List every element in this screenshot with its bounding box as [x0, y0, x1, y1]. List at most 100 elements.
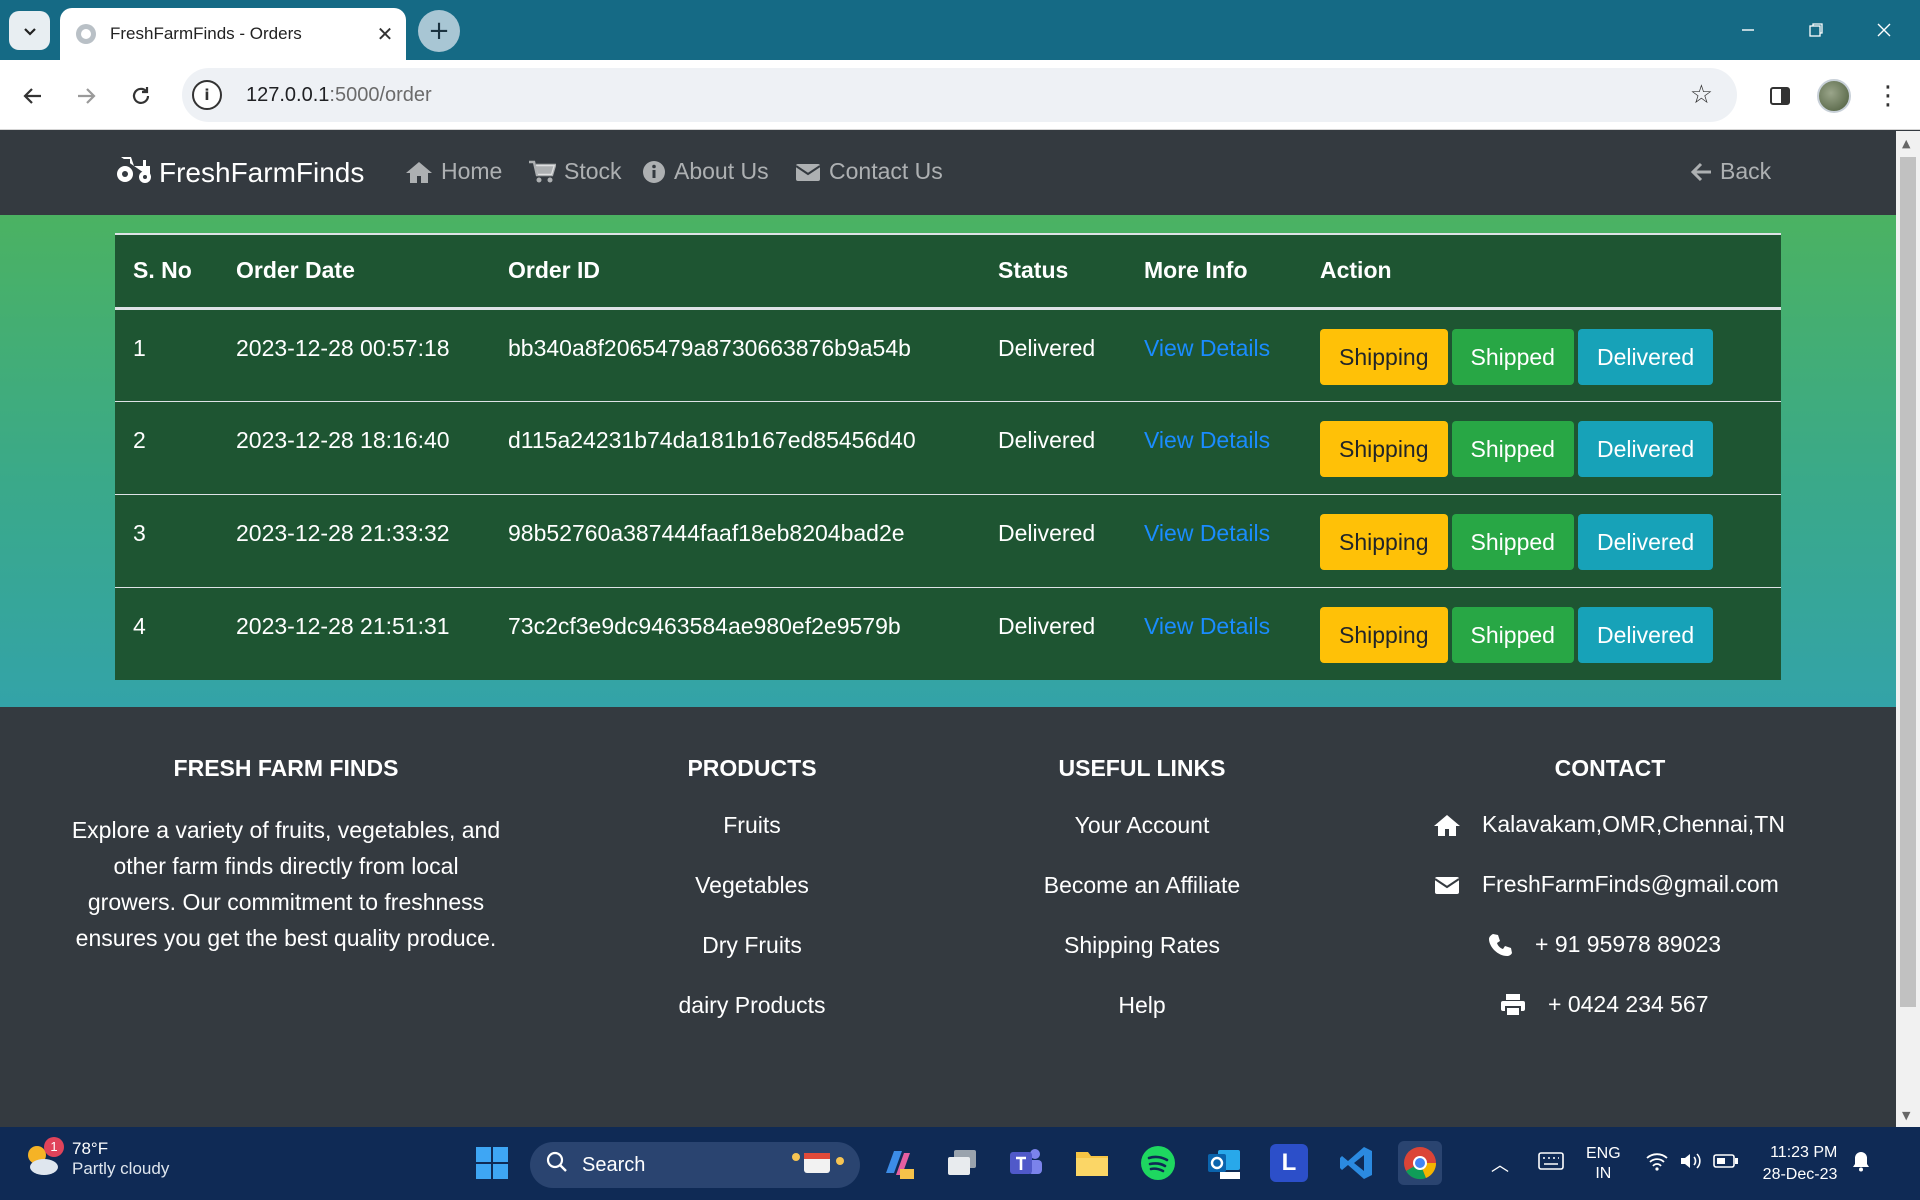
footer-link-shipping-rates[interactable]: Shipping Rates [992, 932, 1292, 963]
delivered-button[interactable]: Delivered [1577, 420, 1714, 477]
globe-icon [76, 24, 96, 44]
footer-link-vegetables[interactable]: Vegetables [602, 872, 902, 903]
lang-code: ENG [1586, 1144, 1621, 1162]
outlook-icon[interactable] [1202, 1141, 1246, 1185]
shipped-button[interactable]: Shipped [1451, 420, 1574, 477]
scroll-down-icon[interactable]: ▼ [1902, 1109, 1910, 1122]
shipping-button[interactable]: Shipping [1320, 420, 1448, 477]
spotify-icon[interactable] [1136, 1141, 1180, 1185]
footer-link-dry-fruits[interactable]: Dry Fruits [602, 932, 902, 963]
col-order-date: Order Date [218, 233, 490, 310]
forward-arrow-icon[interactable] [66, 76, 106, 116]
windows-start-icon[interactable] [470, 1141, 514, 1185]
reload-icon[interactable] [121, 76, 161, 116]
shipped-button[interactable]: Shipped [1451, 513, 1574, 570]
nav-home[interactable]: Home [405, 158, 502, 185]
footer-useful-links: USEFUL LINKS Your Account Become an Affi… [992, 707, 1292, 1023]
nav-back-label: Back [1720, 158, 1772, 184]
shipped-button[interactable]: Shipped [1451, 328, 1574, 385]
footer-link-account[interactable]: Your Account [992, 812, 1292, 843]
delivered-button[interactable]: Delivered [1577, 606, 1714, 663]
weather-widget[interactable]: 1 78°F Partly cloudy [24, 1137, 170, 1179]
notification-bell-icon[interactable] [1851, 1150, 1871, 1177]
minimize-icon[interactable] [1718, 10, 1778, 50]
nav-stock[interactable]: Stock [528, 158, 622, 185]
weather-desc: Partly cloudy [72, 1159, 170, 1178]
restore-icon[interactable] [1786, 10, 1846, 50]
url-text: 127.0.0.1:5000/order [246, 83, 432, 106]
clock[interactable]: 11:23 PM 28-Dec-23 [1763, 1142, 1838, 1186]
footer-link-fruits[interactable]: Fruits [602, 812, 902, 843]
footer-link-help[interactable]: Help [992, 992, 1292, 1023]
taskbar-search[interactable]: Search [530, 1142, 860, 1188]
back-arrow-icon[interactable] [13, 76, 53, 116]
brand-link[interactable]: FreshFarmFinds [115, 153, 364, 192]
side-panel-icon[interactable] [1760, 76, 1800, 116]
shipping-button[interactable]: Shipping [1320, 606, 1448, 663]
site-info-icon[interactable]: i [192, 80, 222, 110]
site-footer: FRESH FARM FINDS Explore a variety of fr… [0, 707, 1896, 1127]
teams-icon[interactable] [1004, 1141, 1048, 1185]
shipped-button[interactable]: Shipped [1451, 606, 1574, 663]
file-explorer-icon[interactable] [1070, 1141, 1114, 1185]
info-icon [642, 160, 666, 184]
nav-about[interactable]: About Us [642, 158, 769, 185]
nav-stock-label: Stock [564, 158, 622, 184]
nav-contact[interactable]: Contact Us [795, 158, 943, 185]
chevron-up-icon[interactable]: ︿ [1488, 1151, 1512, 1177]
new-tab-button[interactable]: + [418, 10, 460, 52]
footer-link-dairy[interactable]: dairy Products [602, 992, 902, 1023]
window-close-icon[interactable] [1854, 10, 1914, 50]
tab-title: FreshFarmFinds - Orders [110, 24, 302, 43]
copilot-icon[interactable] [874, 1141, 918, 1185]
view-details-link[interactable]: View Details [1144, 613, 1270, 639]
col-order-id: Order ID [490, 233, 980, 310]
contact-phone: + 91 95978 89023 [1485, 931, 1721, 958]
wifi-icon[interactable] [1645, 1151, 1669, 1176]
region-code: IN [1595, 1164, 1612, 1182]
page-scrollbar[interactable]: ▲ ▼ [1896, 131, 1920, 1127]
view-details-link[interactable]: View Details [1144, 520, 1270, 546]
cell-sno: 3 [115, 494, 218, 588]
shipping-button[interactable]: Shipping [1320, 328, 1448, 385]
weather-badge: 1 [44, 1137, 64, 1157]
cell-sno: 2 [115, 401, 218, 495]
scroll-up-icon[interactable]: ▲ [1902, 137, 1910, 150]
cell-status: Delivered [998, 612, 1096, 639]
browser-toolbar: i 127.0.0.1:5000/order ☆ ⋮ [0, 60, 1920, 130]
footer-products-title: PRODUCTS [687, 755, 817, 781]
cell-more-info: View Details [1126, 587, 1302, 680]
tab-close-icon[interactable]: ✕ [370, 22, 400, 46]
browser-tab-active[interactable]: FreshFarmFinds - Orders ✕ [60, 8, 406, 60]
l-app-icon[interactable]: L [1270, 1144, 1308, 1182]
volume-icon[interactable] [1679, 1151, 1703, 1176]
kebab-menu-icon[interactable]: ⋮ [1868, 76, 1908, 116]
cell-order-id: 73c2cf3e9dc9463584ae980ef2e9579b [508, 612, 901, 639]
delivered-button[interactable]: Delivered [1577, 513, 1714, 570]
nav-back[interactable]: Back [1690, 158, 1771, 185]
shipping-button[interactable]: Shipping [1320, 513, 1448, 570]
bookmark-star-icon[interactable]: ☆ [1690, 80, 1713, 110]
home-icon [405, 160, 433, 184]
language-indicator[interactable]: ENG IN [1586, 1144, 1621, 1184]
cell-date: 2023-12-28 00:57:18 [218, 308, 490, 402]
scrollbar-thumb[interactable] [1900, 157, 1916, 1007]
envelope-icon [1432, 875, 1462, 895]
tab-search-button[interactable] [9, 11, 50, 50]
battery-icon[interactable] [1712, 1153, 1739, 1174]
view-details-link[interactable]: View Details [1144, 427, 1270, 453]
chrome-icon[interactable] [1398, 1141, 1442, 1185]
home-icon [1432, 813, 1462, 837]
keyboard-icon[interactable] [1538, 1152, 1564, 1175]
vscode-icon[interactable] [1334, 1141, 1378, 1185]
cell-sno: 4 [133, 612, 146, 639]
printer-icon [1498, 993, 1528, 1017]
footer-link-affiliate[interactable]: Become an Affiliate [992, 872, 1292, 903]
delivered-button[interactable]: Delivered [1577, 328, 1714, 385]
task-view-icon[interactable] [940, 1141, 984, 1185]
tractor-icon [115, 153, 153, 192]
profile-avatar[interactable] [1814, 76, 1854, 116]
contact-phone-text: + 91 95978 89023 [1535, 931, 1722, 957]
view-details-link[interactable]: View Details [1144, 335, 1270, 361]
address-bar[interactable]: i 127.0.0.1:5000/order ☆ [182, 68, 1737, 122]
